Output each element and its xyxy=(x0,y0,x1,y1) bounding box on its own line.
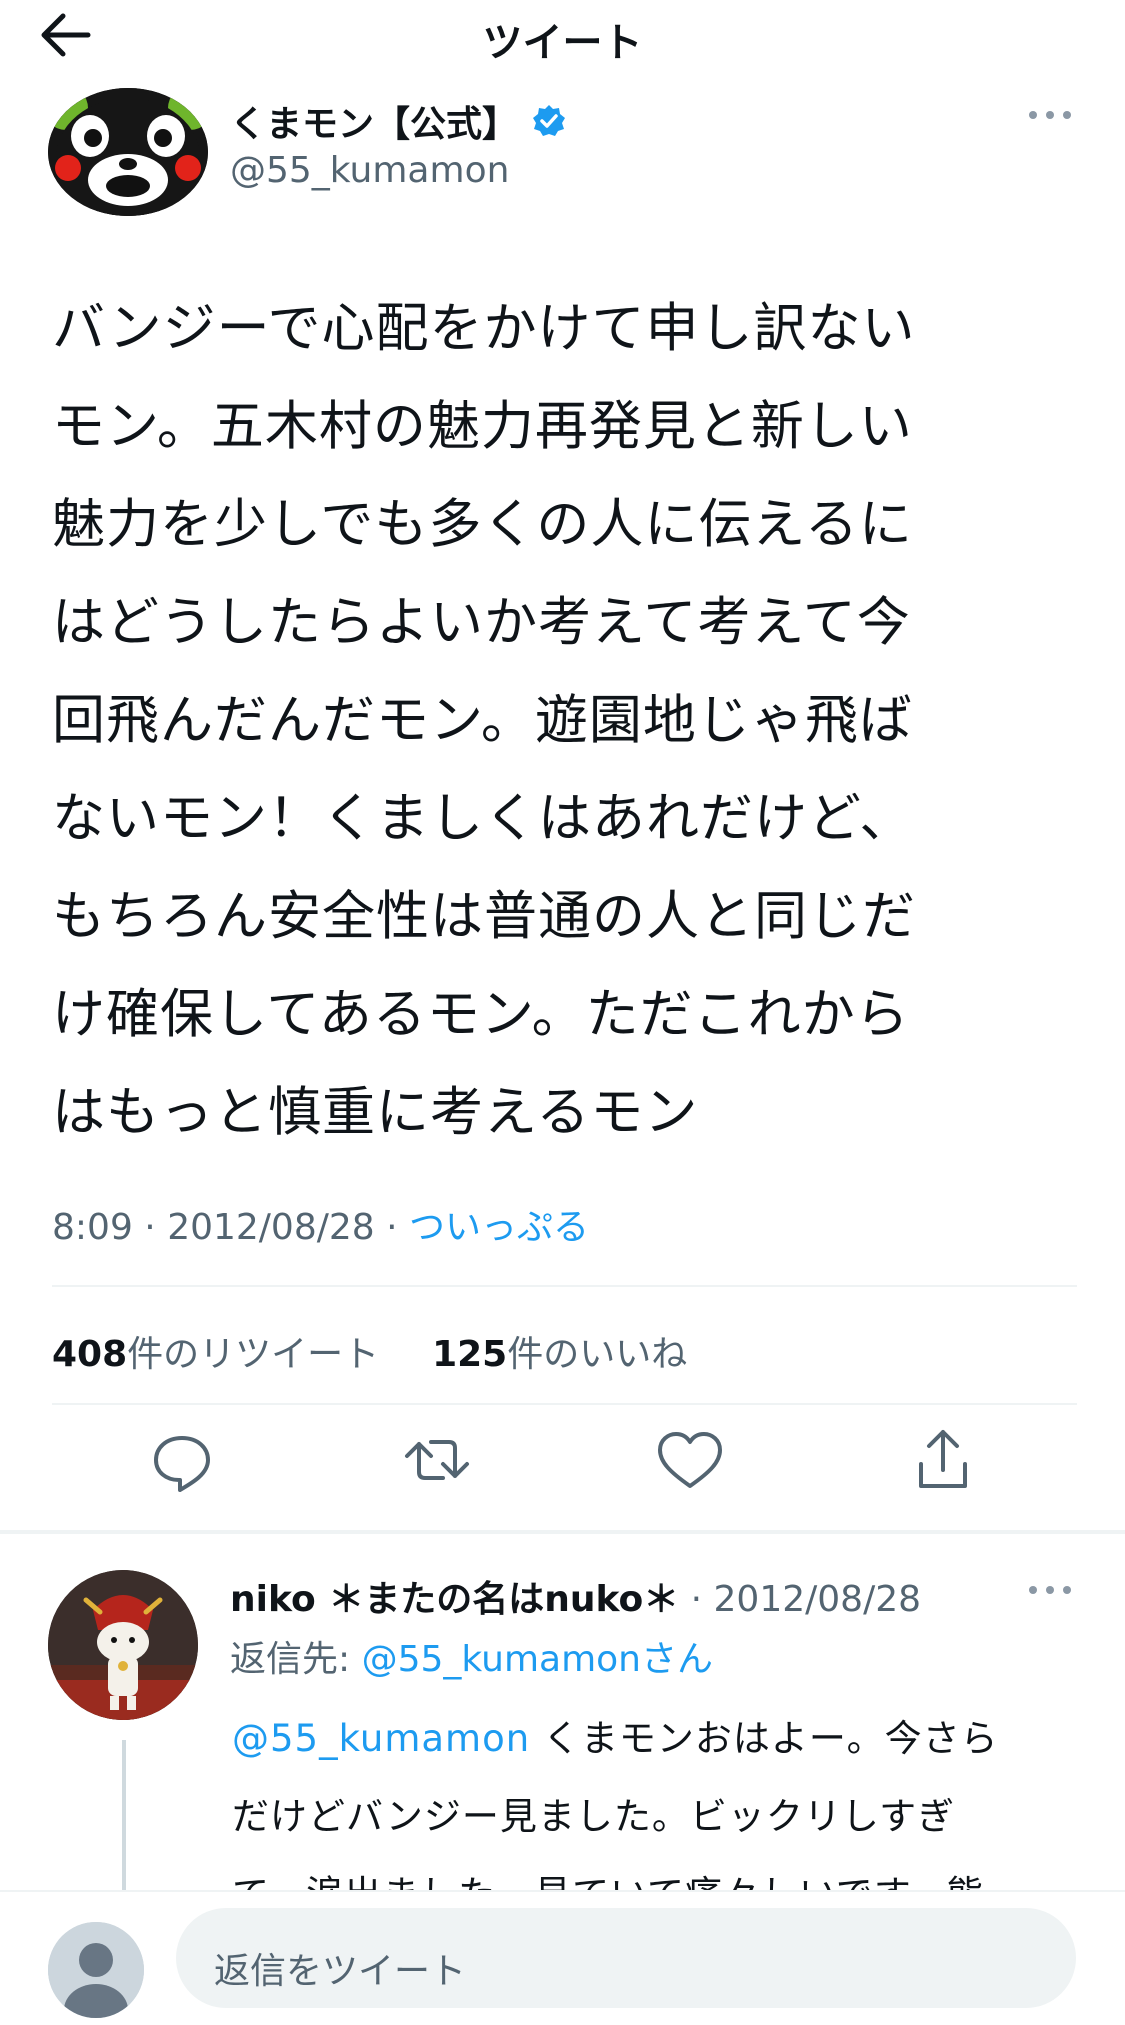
reply-date[interactable]: 2012/08/28 xyxy=(714,1579,922,1620)
replying-to-label: 返信先: xyxy=(230,1639,362,1680)
section-divider xyxy=(0,1530,1125,1534)
share-icon[interactable] xyxy=(903,1420,983,1500)
meta-separator: · xyxy=(386,1207,410,1248)
author-name[interactable]: くまモン【公式】 xyxy=(230,95,518,147)
like-icon[interactable] xyxy=(650,1420,730,1500)
retweet-count: 408 xyxy=(52,1334,128,1375)
retweet-label: 件のリツイート xyxy=(127,1334,380,1375)
tweet-source-link[interactable]: ついっぷる xyxy=(409,1207,589,1248)
divider xyxy=(52,1403,1077,1405)
verified-badge-icon xyxy=(532,104,566,138)
page-title: ツイート xyxy=(482,20,643,66)
mention-link[interactable]: @55_kumamon xyxy=(232,1717,530,1760)
replying-to-link[interactable]: @55_kumamonさん xyxy=(362,1639,713,1680)
tweet-date: 2012/08/28 xyxy=(167,1207,375,1248)
top-bar: ツイート xyxy=(0,0,1125,70)
like-stat[interactable]: 125件のいいね xyxy=(432,1334,687,1375)
retweet-stat[interactable]: 408件のリツイート xyxy=(52,1334,379,1375)
meta-separator: · xyxy=(144,1207,168,1248)
meta-separator: · xyxy=(690,1579,714,1620)
avatar[interactable] xyxy=(48,88,208,216)
tweet-meta: 8:09 · 2012/08/28 · ついっぷる xyxy=(52,1198,589,1250)
reply-header: niko ＊またの名はnuko＊ · 2012/08/28 xyxy=(230,1570,921,1622)
like-label: 件のいいね xyxy=(507,1334,688,1375)
tweet-stats: 408件のリツイート 125件のいいね xyxy=(52,1325,687,1377)
author-handle[interactable]: @55_kumamon xyxy=(230,150,509,191)
reply-icon[interactable] xyxy=(142,1420,222,1500)
reply-author-name[interactable]: niko ＊またの名はnuko＊ xyxy=(230,1579,679,1620)
user-avatar[interactable] xyxy=(48,1922,144,2018)
more-options-icon[interactable] xyxy=(1025,100,1075,130)
retweet-icon[interactable] xyxy=(397,1420,477,1500)
author-name-row[interactable]: くまモン【公式】 xyxy=(230,95,566,147)
divider xyxy=(52,1285,1077,1287)
reply-avatar[interactable] xyxy=(48,1570,198,1720)
tweet-text: バンジーで心配をかけて申し訳ない モン。五木村の魅力再発見と新しい 魅力を少しで… xyxy=(52,298,916,1143)
more-options-icon[interactable] xyxy=(1025,1575,1075,1605)
like-count: 125 xyxy=(432,1334,508,1375)
reply-input-placeholder: 返信をツイート xyxy=(214,1951,467,1992)
replying-to: 返信先: @55_kumamonさん xyxy=(230,1630,713,1682)
tweet-time: 8:09 xyxy=(52,1207,133,1248)
